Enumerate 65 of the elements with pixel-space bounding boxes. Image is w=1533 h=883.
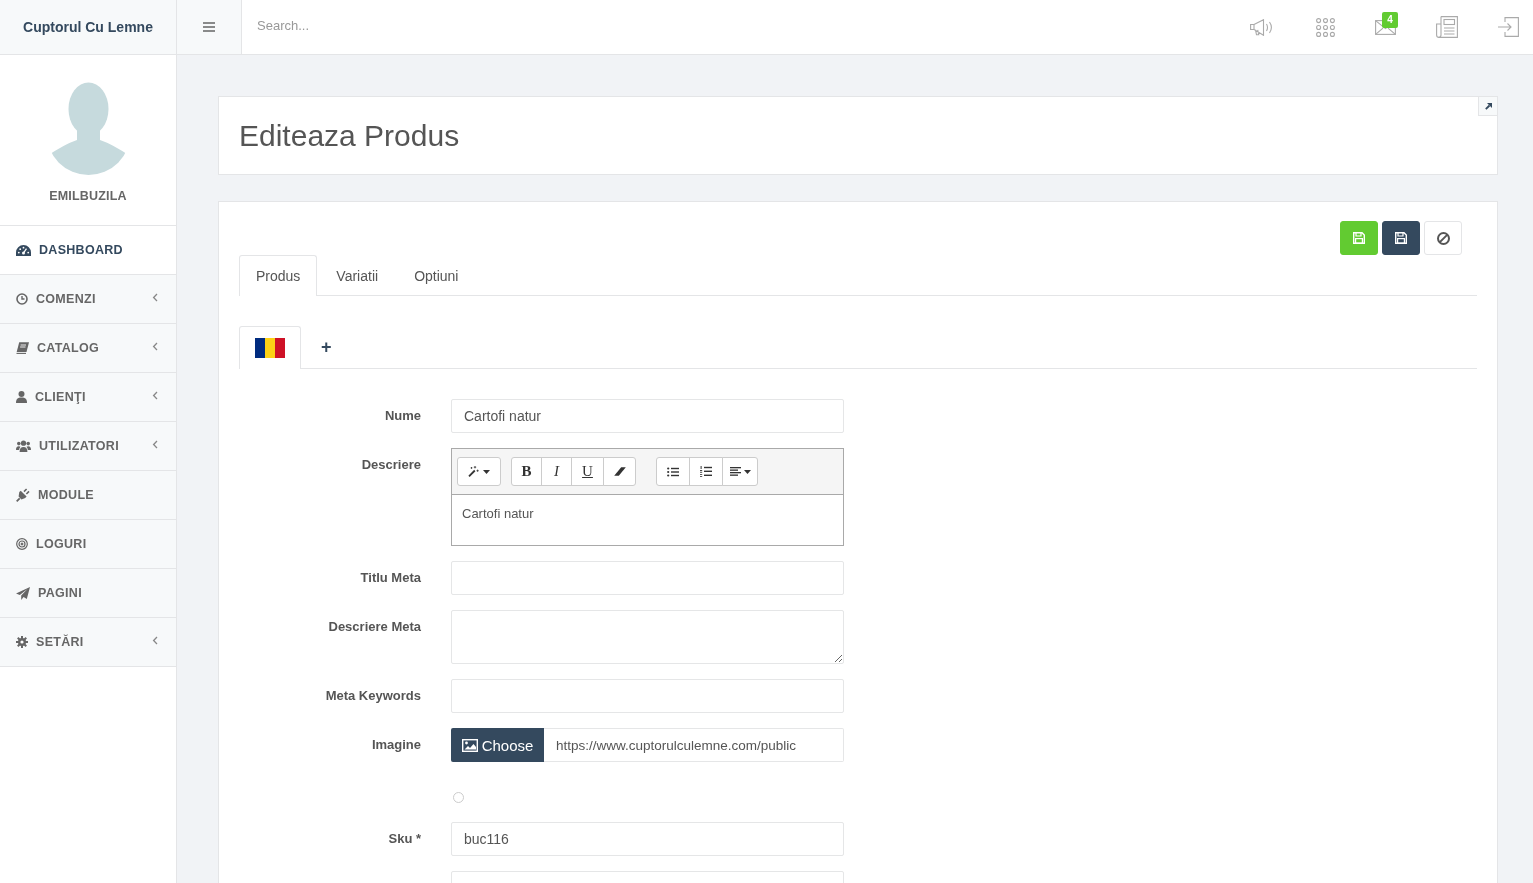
align-button[interactable] [722, 457, 758, 486]
italic-button[interactable]: I [541, 457, 572, 486]
sidebar-item[interactable]: UTILIZATORI [0, 422, 176, 471]
radio-button[interactable] [453, 792, 464, 803]
save-button[interactable] [1382, 221, 1420, 255]
magic-wand-icon[interactable] [468, 466, 479, 477]
eraser-icon[interactable] [613, 467, 626, 476]
bullet-list-button[interactable] [656, 457, 690, 486]
tab[interactable]: Optiuni [397, 255, 476, 295]
cancel-button[interactable] [1424, 221, 1462, 255]
paper-plane-icon [16, 586, 30, 600]
input-field[interactable] [451, 679, 844, 713]
notification-badge: 4 [1382, 11, 1398, 28]
plug-icon [16, 488, 30, 502]
numbered-list-icon[interactable] [700, 466, 712, 477]
image-icon[interactable] [461, 738, 478, 752]
dashboard-gauge-icon [16, 244, 31, 256]
sidebar-item[interactable]: MODULE [0, 471, 176, 520]
flag-icon [255, 338, 285, 358]
field-label: Titlu Meta [360, 570, 421, 585]
users-icon [16, 440, 31, 452]
sidebar-item[interactable]: SETĂRI [0, 618, 176, 667]
language-tab[interactable] [239, 326, 301, 369]
caret-icon[interactable] [743, 469, 751, 474]
align-left-icon[interactable] [729, 467, 741, 476]
style-button[interactable] [457, 457, 501, 486]
menu-button[interactable] [177, 0, 242, 54]
bold-button[interactable]: B [511, 457, 542, 486]
target-icon [16, 538, 28, 550]
textarea-field[interactable] [451, 610, 844, 664]
expand-button[interactable] [1478, 97, 1497, 116]
page-title: Editeaza Produs [239, 118, 461, 153]
input-field[interactable]: buc116 [451, 822, 844, 856]
field-label: Imagine [371, 737, 421, 752]
sidebar-item[interactable]: CLIENŢI [0, 373, 176, 422]
brand-name: Cuptorul Cu Lemne [23, 19, 153, 35]
choose-button[interactable]: Choose [451, 728, 544, 762]
arrow-icon[interactable] [1484, 102, 1492, 110]
user-icon [16, 391, 27, 403]
field-label: Sku * [388, 831, 421, 846]
field-label: Nume [384, 408, 421, 423]
book-icon [16, 342, 29, 354]
settings-icon [16, 636, 28, 648]
field-label: Descriere [361, 457, 421, 472]
field-label: Meta Keywords [325, 688, 421, 703]
field-label: Descriere Meta [328, 619, 421, 634]
bullet-list-icon[interactable] [667, 466, 679, 477]
underline-button[interactable]: U [571, 457, 604, 486]
ban-icon[interactable] [1436, 231, 1450, 245]
sidebar-item[interactable]: CATALOG [0, 324, 176, 373]
sidebar-item[interactable]: LOGURI [0, 520, 176, 569]
sidebar-item[interactable]: PAGINI [0, 569, 176, 618]
user-name: EMILBUZILA [49, 189, 127, 203]
input-field[interactable]: Cartofi natur [451, 399, 844, 433]
tab[interactable]: Variatii [319, 255, 396, 295]
clock-icon [16, 293, 28, 305]
input-field[interactable] [451, 561, 844, 595]
url-field[interactable]: https://www.cuptorulculemne.com/public [544, 728, 844, 762]
menu-icon[interactable] [203, 22, 215, 32]
add-language-tab[interactable]: + [303, 326, 350, 368]
sidebar-item[interactable]: COMENZI [0, 275, 176, 324]
caret-icon[interactable] [483, 469, 490, 474]
numbered-list-button[interactable] [689, 457, 723, 486]
tab[interactable]: Produs [239, 255, 318, 296]
clear-format-button[interactable] [603, 457, 636, 486]
